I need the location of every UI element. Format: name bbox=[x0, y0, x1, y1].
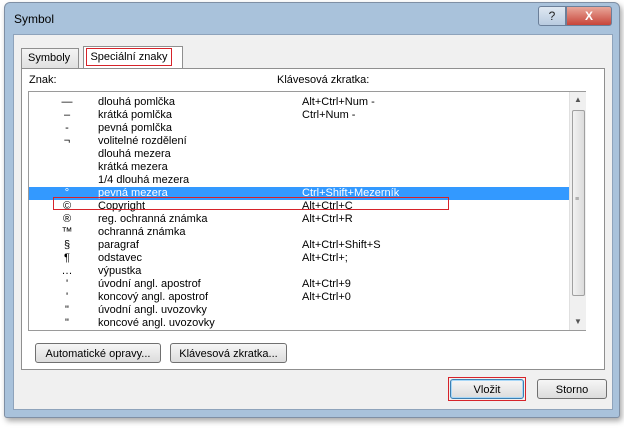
autocorrect-button[interactable]: Automatické opravy... bbox=[35, 343, 161, 363]
scroll-up-icon[interactable]: ▲ bbox=[570, 92, 586, 108]
tab-symboly[interactable]: Symboly bbox=[21, 48, 79, 68]
character-shortcut: Alt+Ctrl+Num - bbox=[302, 96, 375, 108]
list-item[interactable]: 1/4 dlouhá mezera bbox=[29, 174, 569, 187]
character-name: krátká pomlčka bbox=[98, 109, 172, 121]
list-item[interactable]: dlouhá mezera bbox=[29, 148, 569, 161]
list-item[interactable]: - pevná pomlčka bbox=[29, 122, 569, 135]
special-characters-panel: Znak: Klávesová zkratka: — dlouhá pomlčka… bbox=[21, 68, 605, 370]
character-shortcut: Alt+Ctrl+C bbox=[302, 200, 353, 212]
symbol-dialog: Symbol ? X Symboly Speciální znaky Znak:… bbox=[4, 2, 620, 418]
character-symbol: ¶ bbox=[64, 252, 70, 264]
character-name: dlouhá pomlčka bbox=[98, 96, 176, 108]
list-item[interactable]: ¬ volitelné rozdělení bbox=[29, 135, 569, 148]
list-item[interactable]: ' koncový angl. apostrof Alt+Ctrl+0 bbox=[29, 291, 569, 304]
character-symbol: © bbox=[62, 200, 72, 212]
character-symbol: - bbox=[65, 122, 69, 134]
character-shortcut: Alt+Ctrl+R bbox=[302, 213, 353, 225]
character-name: 1/4 dlouhá mezera bbox=[98, 174, 190, 186]
list-item[interactable]: ¶ odstavec Alt+Ctrl+; bbox=[29, 252, 569, 265]
list-item[interactable]: ° pevná mezera Ctrl+Shift+Mezerník bbox=[29, 187, 569, 200]
list-item[interactable]: krátká mezera bbox=[29, 161, 569, 174]
scroll-down-icon[interactable]: ▼ bbox=[570, 314, 586, 330]
insert-button[interactable]: Vložit bbox=[450, 379, 524, 399]
character-name: koncové angl. uvozovky bbox=[98, 317, 215, 329]
list-item[interactable]: © Copyright Alt+Ctrl+C bbox=[29, 200, 569, 213]
list-item[interactable]: ® reg. ochranná známka Alt+Ctrl+R bbox=[29, 213, 569, 226]
character-symbol: ™ bbox=[61, 226, 73, 238]
character-name: ochranná známka bbox=[98, 226, 186, 238]
character-symbol: – bbox=[63, 109, 71, 121]
character-name: Copyright bbox=[98, 200, 146, 212]
title-bar[interactable]: Symbol ? X bbox=[5, 3, 619, 33]
shortcut-key-button[interactable]: Klávesová zkratka... bbox=[170, 343, 287, 363]
character-symbol: ' bbox=[65, 291, 69, 303]
character-symbol: — bbox=[61, 96, 73, 108]
list-item[interactable]: — dlouhá pomlčka Alt+Ctrl+Num - bbox=[29, 96, 569, 109]
character-name: pevná mezera bbox=[98, 187, 168, 199]
character-shortcut: Alt+Ctrl+; bbox=[302, 252, 348, 264]
special-characters-list[interactable]: — dlouhá pomlčka Alt+Ctrl+Num - – krátká pom… bbox=[28, 91, 586, 331]
close-button[interactable]: X bbox=[566, 6, 612, 26]
character-name: pevná pomlčka bbox=[98, 122, 172, 134]
list-item[interactable]: " úvodní angl. uvozovky bbox=[29, 304, 569, 317]
tab-special-characters-label: Speciální znaky bbox=[86, 48, 172, 66]
scrollbar-thumb[interactable]: ≡ bbox=[572, 110, 585, 296]
list-item[interactable]: – krátká pomlčka Ctrl+Num - bbox=[29, 109, 569, 122]
grip-icon: ≡ bbox=[575, 196, 580, 203]
dialog-body: Symboly Speciální znaky Znak: Klávesová … bbox=[13, 34, 613, 410]
window-title: Symbol bbox=[14, 12, 55, 26]
character-name: krátká mezera bbox=[98, 161, 168, 173]
character-name: úvodní angl. apostrof bbox=[98, 278, 201, 290]
character-shortcut: Ctrl+Num - bbox=[302, 109, 356, 121]
character-name: odstavec bbox=[98, 252, 143, 264]
character-symbol: ® bbox=[62, 213, 72, 225]
list-item[interactable]: " koncové angl. uvozovky bbox=[29, 317, 569, 330]
character-name: úvodní angl. uvozovky bbox=[98, 304, 207, 316]
character-shortcut: Ctrl+Shift+Mezerník bbox=[302, 187, 400, 199]
help-button[interactable]: ? bbox=[538, 6, 566, 26]
character-symbol: § bbox=[63, 239, 71, 251]
character-symbol: " bbox=[65, 304, 69, 316]
character-name: volitelné rozdělení bbox=[98, 135, 187, 147]
list-item[interactable]: § paragraf Alt+Ctrl+Shift+S bbox=[29, 239, 569, 252]
tab-special-characters[interactable]: Speciální znaky bbox=[83, 46, 183, 69]
list-item[interactable]: … výpustka bbox=[29, 265, 569, 278]
character-name: dlouhá mezera bbox=[98, 148, 171, 160]
column-header-shortcut: Klávesová zkratka: bbox=[277, 74, 370, 86]
list-rows: — dlouhá pomlčka Alt+Ctrl+Num - – krátká pom… bbox=[29, 92, 569, 330]
list-item[interactable]: ' úvodní angl. apostrof Alt+Ctrl+9 bbox=[29, 278, 569, 291]
character-shortcut: Alt+Ctrl+9 bbox=[302, 278, 351, 290]
cancel-button[interactable]: Storno bbox=[537, 379, 607, 399]
character-name: koncový angl. apostrof bbox=[98, 291, 209, 303]
vertical-scrollbar[interactable]: ▲ ≡ ▼ bbox=[569, 92, 586, 330]
list-item[interactable]: ™ ochranná známka bbox=[29, 226, 569, 239]
character-name: paragraf bbox=[98, 239, 139, 251]
character-name: výpustka bbox=[98, 265, 142, 277]
character-symbol: ' bbox=[65, 278, 69, 290]
character-symbol: … bbox=[61, 265, 73, 277]
character-name: reg. ochranná známka bbox=[98, 213, 208, 225]
character-symbol: " bbox=[65, 317, 69, 329]
column-header-character: Znak: bbox=[29, 74, 57, 86]
character-shortcut: Alt+Ctrl+0 bbox=[302, 291, 351, 303]
character-symbol: ¬ bbox=[63, 135, 71, 147]
character-symbol: ° bbox=[64, 187, 70, 199]
character-shortcut: Alt+Ctrl+Shift+S bbox=[302, 239, 381, 251]
